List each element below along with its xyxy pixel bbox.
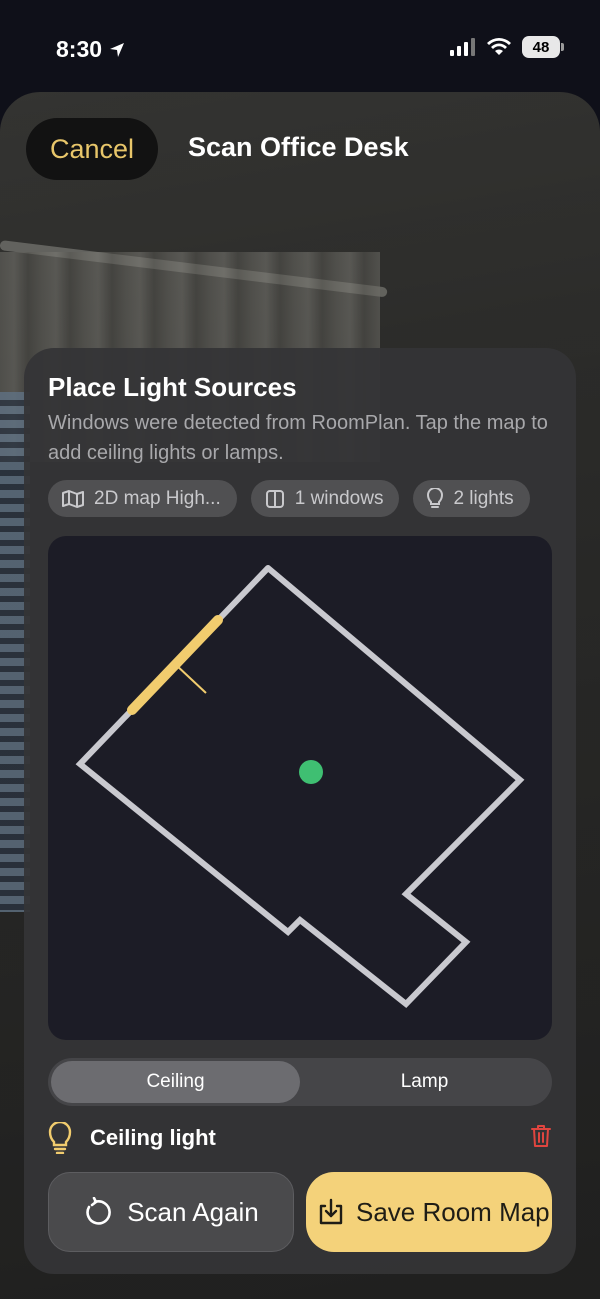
segment-lamp[interactable]: Lamp bbox=[300, 1061, 549, 1103]
download-tray-icon bbox=[319, 1198, 343, 1225]
location-arrow-icon bbox=[110, 42, 125, 57]
info-chips: 2D map High... 1 windows 2 lights bbox=[48, 480, 530, 517]
chip-map-quality[interactable]: 2D map High... bbox=[48, 480, 237, 517]
scan-again-label: Scan Again bbox=[127, 1196, 259, 1227]
cellular-signal-icon bbox=[450, 38, 475, 56]
refresh-icon bbox=[86, 1197, 112, 1225]
chip-windows-label: 1 windows bbox=[294, 487, 384, 509]
chip-windows[interactable]: 1 windows bbox=[250, 480, 400, 517]
screen-title: Scan Office Desk bbox=[188, 132, 409, 162]
wifi-icon bbox=[487, 38, 511, 55]
selected-light-label: Ceiling light bbox=[90, 1125, 216, 1150]
status-time: 8:30 bbox=[56, 36, 126, 63]
light-sources-panel: Place Light Sources Windows were detecte… bbox=[24, 348, 576, 1274]
lightbulb-icon bbox=[48, 1122, 72, 1154]
room-wall-outline bbox=[75, 565, 525, 1009]
segment-ceiling[interactable]: Ceiling bbox=[51, 1061, 300, 1103]
room-map[interactable] bbox=[48, 536, 552, 1040]
window-direction-indicator bbox=[174, 663, 207, 694]
save-room-map-label: Save Room Map bbox=[356, 1196, 550, 1227]
map-icon bbox=[62, 489, 84, 508]
time-label: 8:30 bbox=[56, 36, 103, 62]
window-icon bbox=[265, 489, 284, 508]
chip-lights[interactable]: 2 lights bbox=[413, 480, 530, 517]
chip-lights-label: 2 lights bbox=[453, 487, 514, 509]
panel-description: Windows were detected from RoomPlan. Tap… bbox=[48, 412, 548, 464]
status-icons: 48 bbox=[450, 36, 564, 58]
cancel-button[interactable]: Cancel bbox=[26, 118, 158, 180]
lightbulb-icon bbox=[427, 487, 444, 508]
battery-level: 48 bbox=[532, 38, 550, 56]
ceiling-light-marker[interactable] bbox=[299, 760, 323, 784]
light-type-segmented-control: Ceiling Lamp bbox=[48, 1058, 552, 1106]
selected-light-row: Ceiling light bbox=[48, 1118, 552, 1158]
scan-again-button[interactable]: Scan Again bbox=[48, 1172, 294, 1252]
status-bar: 8:30 48 bbox=[0, 0, 600, 96]
chip-map-label: 2D map High... bbox=[94, 487, 221, 509]
trash-icon[interactable] bbox=[530, 1124, 552, 1148]
panel-title: Place Light Sources bbox=[48, 372, 297, 402]
battery-icon: 48 bbox=[522, 36, 564, 58]
room-map-canvas bbox=[75, 565, 525, 1009]
save-room-map-button[interactable]: Save Room Map bbox=[306, 1172, 552, 1252]
